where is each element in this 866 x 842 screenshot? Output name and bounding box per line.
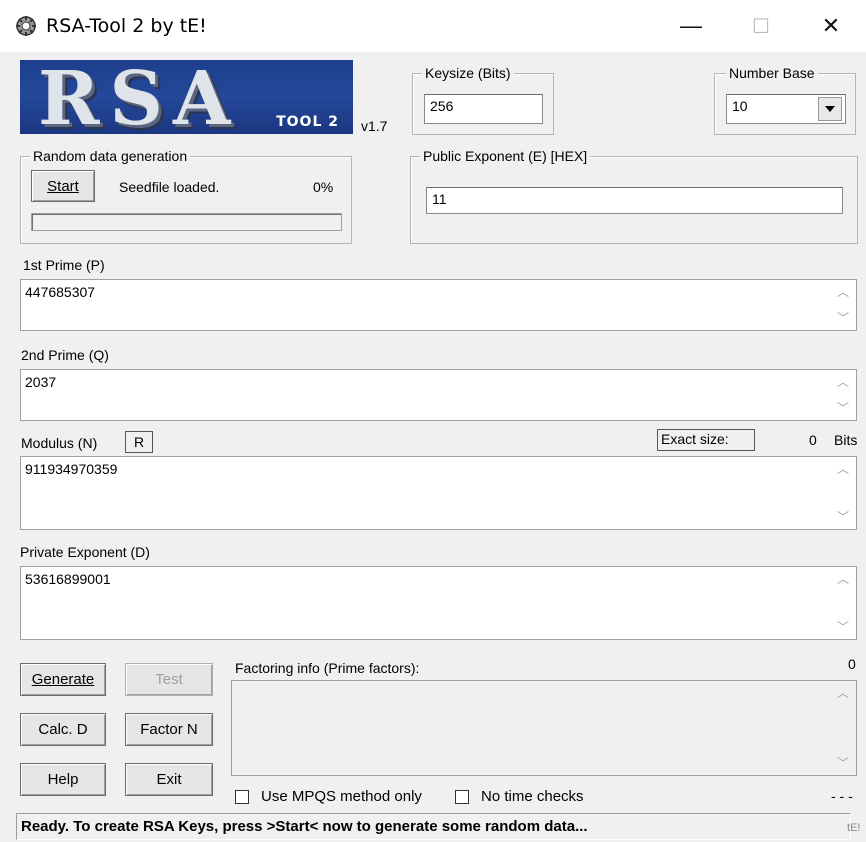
modulus-label: Modulus (N) — [21, 435, 98, 451]
version-label: v1.7 — [361, 118, 388, 134]
number-base-value: 10 — [732, 98, 748, 114]
scroll-down-icon[interactable]: ﹀ — [830, 308, 856, 328]
mpqs-label: Use MPQS method only — [261, 788, 422, 805]
exact-size-label: Exact size: — [657, 429, 755, 451]
status-bar: Ready. To create RSA Keys, press >Start<… — [16, 813, 851, 840]
factoring-label: Factoring info (Prime factors): — [235, 660, 420, 676]
prime-p-scrollbar[interactable]: ︿ ﹀ — [830, 280, 856, 330]
maximize-button: ☐ — [752, 15, 770, 38]
modulus-reverse-button[interactable]: R — [125, 431, 153, 453]
prime-q-value: 2037 — [25, 374, 57, 390]
logo-tool-text: TOOL 2 — [276, 114, 339, 130]
no-time-label: No time checks — [481, 788, 584, 805]
logo-main-text: RSA — [38, 60, 241, 134]
random-progress-bar — [31, 213, 342, 231]
private-exponent-textarea[interactable]: 53616899001 ︿ ﹀ — [20, 566, 857, 640]
scroll-down-icon[interactable]: ﹀ — [830, 507, 856, 527]
scroll-up-icon[interactable]: ︿ — [830, 372, 856, 392]
prime-p-label: 1st Prime (P) — [23, 257, 105, 273]
test-button: Test — [125, 663, 213, 696]
mpqs-checkbox[interactable] — [235, 790, 249, 804]
scroll-up-icon[interactable]: ︿ — [830, 282, 856, 302]
private-exponent-value: 53616899001 — [25, 571, 111, 587]
prime-q-textarea[interactable]: 2037 ︿ ﹀ — [20, 369, 857, 421]
start-button[interactable]: Start — [31, 170, 95, 202]
modulus-size-value: 0 — [809, 432, 817, 448]
generate-button-label: Generate — [31, 671, 95, 688]
minimize-button[interactable]: — — [656, 0, 726, 52]
scroll-up-icon[interactable]: ︿ — [830, 459, 856, 479]
private-exponent-label: Private Exponent (D) — [20, 544, 150, 560]
rsa-logo: RSA TOOL 2 — [20, 60, 353, 134]
window-title: RSA-Tool 2 by tE! — [46, 15, 207, 37]
dashes-label: - - - — [831, 788, 853, 804]
factor-n-button[interactable]: Factor N — [125, 713, 213, 746]
combo-arrow-icon[interactable] — [818, 97, 842, 121]
app-icon — [16, 16, 36, 36]
keysize-legend: Keysize (Bits) — [422, 65, 514, 81]
prime-q-label: 2nd Prime (Q) — [21, 347, 109, 363]
prime-q-scrollbar[interactable]: ︿ ﹀ — [830, 370, 856, 420]
scroll-down-icon[interactable]: ﹀ — [830, 617, 856, 637]
modulus-value: 911934970359 — [25, 461, 118, 477]
public-exponent-legend: Public Exponent (E) [HEX] — [420, 148, 591, 164]
no-time-checkbox[interactable] — [455, 790, 469, 804]
prime-p-textarea[interactable]: 447685307 ︿ ﹀ — [20, 279, 857, 331]
modulus-scrollbar[interactable]: ︿ ﹀ — [830, 457, 856, 529]
title-bar: RSA-Tool 2 by tE! — ☐ ✕ — [0, 0, 866, 52]
factoring-textarea[interactable]: ︿ ﹀ — [231, 680, 857, 776]
prime-p-value: 447685307 — [25, 284, 96, 300]
random-legend: Random data generation — [30, 148, 191, 164]
keysize-input[interactable]: 256 — [424, 94, 543, 124]
calc-d-button[interactable]: Calc. D — [20, 713, 106, 746]
factoring-scrollbar[interactable]: ︿ ﹀ — [830, 681, 856, 775]
private-exponent-scrollbar[interactable]: ︿ ﹀ — [830, 567, 856, 639]
factoring-count: 0 — [848, 656, 856, 672]
exit-button[interactable]: Exit — [125, 763, 213, 796]
modulus-size-unit: Bits — [834, 432, 858, 448]
scroll-up-icon[interactable]: ︿ — [830, 683, 856, 703]
close-button[interactable]: ✕ — [796, 0, 866, 52]
scroll-up-icon[interactable]: ︿ — [830, 569, 856, 589]
random-percent: 0% — [313, 179, 334, 195]
seedfile-status: Seedfile loaded. — [119, 179, 220, 195]
public-exponent-input[interactable]: 11 — [426, 187, 843, 214]
number-base-legend: Number Base — [726, 65, 818, 81]
modulus-textarea[interactable]: 911934970359 ︿ ﹀ — [20, 456, 857, 530]
scroll-down-icon[interactable]: ﹀ — [830, 398, 856, 418]
help-button[interactable]: Help — [20, 763, 106, 796]
generate-button[interactable]: Generate — [20, 663, 106, 696]
scroll-down-icon[interactable]: ﹀ — [830, 753, 856, 773]
status-corner-label: tE! — [847, 822, 861, 834]
